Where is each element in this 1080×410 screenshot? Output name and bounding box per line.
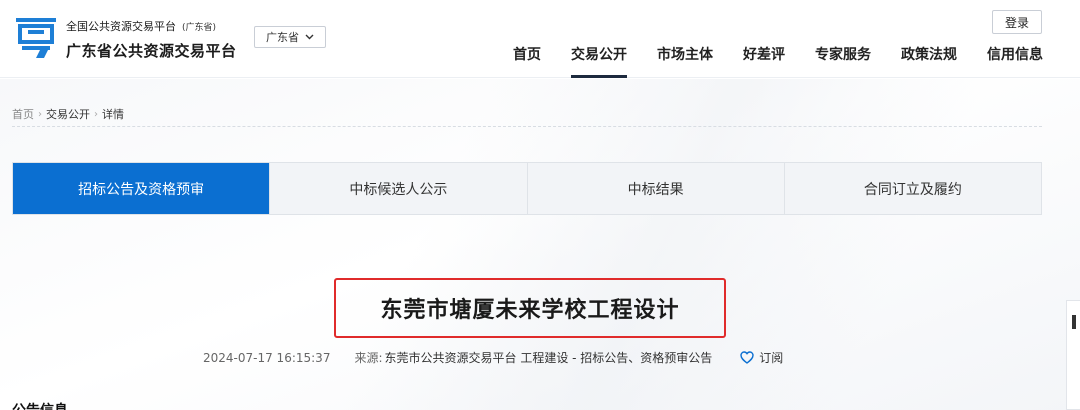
title-highlight-box: 东莞市塘厦未来学校工程设计 [334, 278, 726, 338]
publish-date: 2024-07-17 16:15:37 [203, 350, 331, 365]
source-label: 来源: [354, 351, 383, 365]
tab-award-result[interactable]: 中标结果 [528, 163, 785, 214]
breadcrumb: 首页 › 交易公开 › 详情 [12, 106, 124, 122]
breadcrumb-home[interactable]: 首页 [12, 106, 34, 122]
chevron-down-icon [305, 34, 314, 40]
main-nav: 首页 交易公开 市场主体 好差评 专家服务 政策法规 信用信息 [0, 44, 1080, 78]
page-title: 东莞市塘厦未来学校工程设计 [380, 298, 680, 323]
brand-top-line: 全国公共资源交易平台 (广东省) [66, 20, 217, 33]
nav-item-credit[interactable]: 信用信息 [987, 44, 1043, 78]
nav-item-rating[interactable]: 好差评 [743, 44, 785, 78]
breadcrumb-divider [12, 126, 1042, 127]
breadcrumb-trading[interactable]: 交易公开 [46, 106, 90, 122]
tab-contract[interactable]: 合同订立及履约 [785, 163, 1041, 214]
subscribe-label: 订阅 [759, 351, 784, 365]
source-value: 东莞市公共资源交易平台 工程建设 - 招标公告、资格预审公告 [384, 351, 713, 365]
breadcrumb-separator: › [94, 108, 98, 120]
nav-item-trading[interactable]: 交易公开 [571, 44, 627, 78]
heart-icon [740, 351, 754, 364]
province-select-value: 广东省 [266, 31, 299, 44]
breadcrumb-current: 详情 [102, 108, 124, 121]
nav-item-experts[interactable]: 专家服务 [815, 44, 871, 78]
site-header: 全国公共资源交易平台 (广东省) 广东省公共资源交易平台 广东省 登录 首页 交易… [0, 0, 1080, 78]
stage-tabs: 招标公告及资格预审 中标候选人公示 中标结果 合同订立及履约 [12, 162, 1042, 215]
nav-item-home[interactable]: 首页 [513, 44, 541, 78]
section-heading: 公告信息 [12, 400, 68, 410]
tab-candidate-publicity[interactable]: 中标候选人公示 [270, 163, 528, 214]
login-button[interactable]: 登录 [992, 10, 1042, 34]
nav-item-policy[interactable]: 政策法规 [901, 44, 957, 78]
tab-tender-notice[interactable]: 招标公告及资格预审 [13, 163, 271, 214]
side-floating-tab[interactable] [1066, 300, 1080, 410]
subscribe-button[interactable]: 订阅 [740, 349, 783, 366]
breadcrumb-separator: › [38, 108, 42, 120]
nav-item-market[interactable]: 市场主体 [657, 44, 713, 78]
article-meta: 2024-07-17 16:15:37 来源: 东莞市公共资源交易平台 工程建设… [203, 349, 783, 366]
